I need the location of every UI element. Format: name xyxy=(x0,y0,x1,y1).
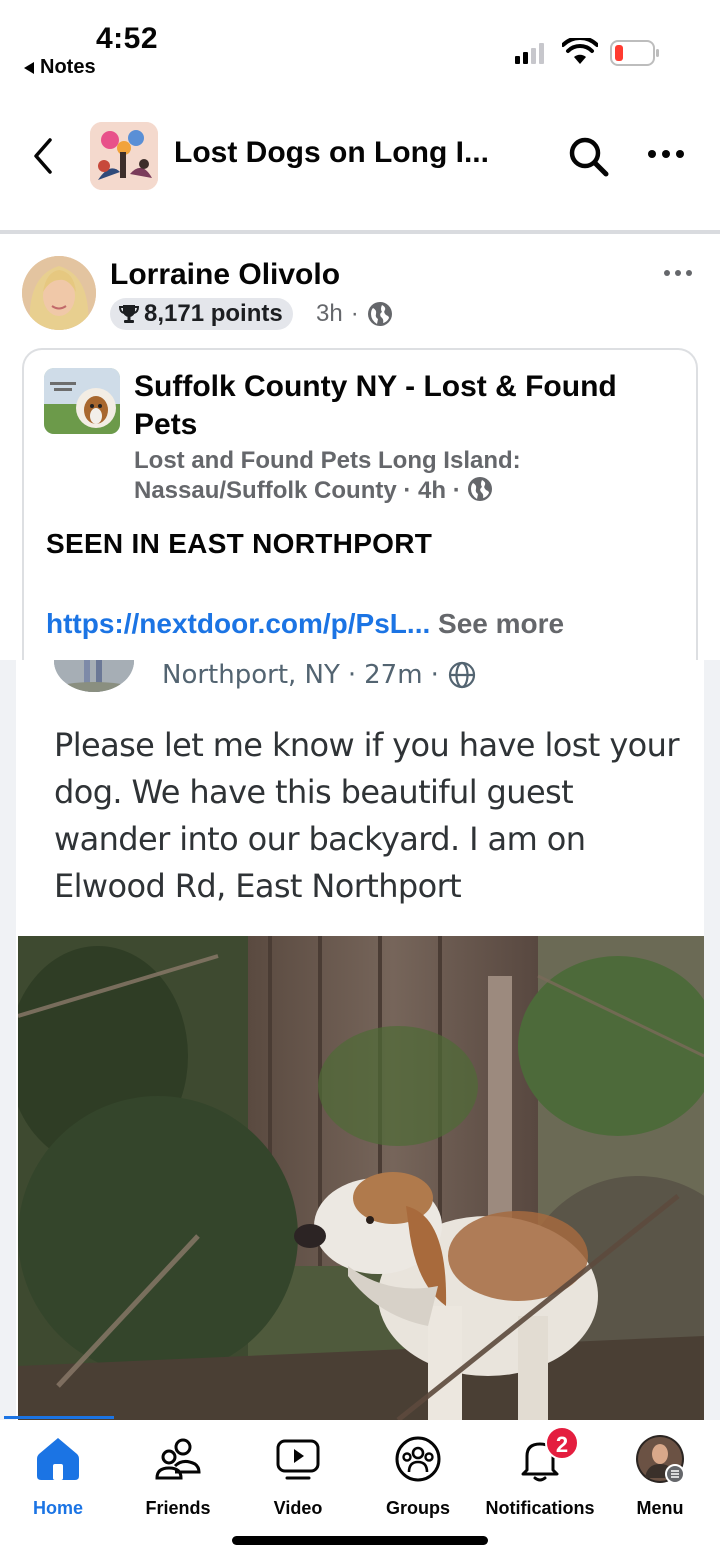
shared-separator-1: · xyxy=(403,477,412,504)
nav-video-label: Video xyxy=(273,1498,323,1518)
embedded-screenshot[interactable]: Northport, NY · 27m · Please let me know… xyxy=(16,660,704,1420)
back-app-label: Notes xyxy=(40,56,96,78)
nav-menu[interactable]: Menu xyxy=(600,1434,720,1519)
nextdoor-separator-1: · xyxy=(347,660,357,690)
screenshot-margin-left xyxy=(0,660,16,1420)
globe-outline-icon xyxy=(448,661,475,689)
profile-avatar xyxy=(636,1435,685,1484)
nav-notifications-label: Notifications xyxy=(485,1498,595,1518)
notification-count-badge: 2 xyxy=(545,1426,579,1460)
nav-friends-label: Friends xyxy=(145,1498,211,1518)
shared-source-line: Lost and Found Pets Long Island: Nassau/… xyxy=(134,446,674,506)
nextdoor-separator-2: · xyxy=(430,660,439,690)
wifi-icon xyxy=(562,38,598,64)
globe-icon xyxy=(367,302,392,326)
home-icon xyxy=(37,1438,79,1480)
shared-separator-2: · xyxy=(452,477,461,504)
chevron-left-icon[interactable] xyxy=(28,136,60,176)
trophy-icon xyxy=(118,305,140,323)
status-time: 4:52 xyxy=(96,22,159,55)
nav-groups-label: Groups xyxy=(385,1498,450,1518)
shared-page-avatar[interactable] xyxy=(44,368,120,434)
back-to-app-link[interactable]: Notes xyxy=(24,56,96,79)
nav-notifications[interactable]: 2 Notifications xyxy=(480,1426,600,1519)
shared-page-name[interactable]: Suffolk County NY - Lost & Found Pets xyxy=(134,368,654,444)
status-bar: 4:52 Notes xyxy=(0,0,720,96)
author-name[interactable]: Lorraine Olivolo xyxy=(110,258,340,292)
nextdoor-location: Northport, NY xyxy=(162,660,340,690)
friends-icon xyxy=(155,1438,201,1480)
group-title[interactable]: Lost Dogs on Long I... xyxy=(174,136,489,170)
nextdoor-time: 27m xyxy=(364,660,423,690)
video-icon xyxy=(276,1439,320,1480)
shared-link[interactable]: https://nextdoor.com/p/PsL... xyxy=(46,608,430,639)
post-meta: 3h · xyxy=(316,300,393,328)
author-avatar[interactable] xyxy=(22,256,96,330)
nextdoor-meta: Northport, NY · 27m · xyxy=(162,660,477,690)
battery-low-icon xyxy=(610,40,659,66)
post-more-icon[interactable] xyxy=(664,270,692,276)
shared-post-card[interactable]: Suffolk County NY - Lost & Found Pets Lo… xyxy=(22,348,698,678)
home-indicator xyxy=(232,1536,488,1545)
shared-post-text: SEEN IN EAST NORTHPORT xyxy=(46,528,433,559)
see-more-button[interactable]: See more xyxy=(438,608,564,639)
group-avatar[interactable] xyxy=(90,122,158,190)
post-time[interactable]: 3h xyxy=(316,300,343,328)
nav-home[interactable]: Home xyxy=(0,1434,118,1519)
screenshot-margin-right xyxy=(704,660,720,1420)
dog-photo[interactable] xyxy=(18,936,704,1420)
nextdoor-post-text: Please let me know if you have lost your… xyxy=(54,726,679,905)
more-options-icon[interactable] xyxy=(648,150,684,158)
media-progress-indicator xyxy=(4,1416,114,1419)
shared-link-line: https://nextdoor.com/p/PsL... See more xyxy=(46,608,564,640)
points-badge[interactable]: 8,171 points xyxy=(110,298,293,330)
nav-menu-label: Menu xyxy=(636,1498,684,1518)
header-divider xyxy=(0,230,720,234)
nav-home-label: Home xyxy=(32,1498,83,1518)
globe-icon xyxy=(468,477,493,501)
cellular-signal-icon xyxy=(515,42,544,64)
nav-video[interactable]: Video xyxy=(238,1434,358,1519)
nextdoor-author-avatar xyxy=(54,660,134,692)
search-icon[interactable] xyxy=(566,134,610,178)
nav-groups[interactable]: Groups xyxy=(358,1434,478,1519)
nav-friends[interactable]: Friends xyxy=(118,1434,238,1519)
points-label: 8,171 points xyxy=(144,300,283,327)
groups-icon xyxy=(395,1436,441,1482)
back-triangle-icon xyxy=(24,61,34,74)
shared-time[interactable]: 4h xyxy=(418,477,446,504)
shared-source[interactable]: Lost and Found Pets Long Island: Nassau/… xyxy=(134,447,521,504)
meta-separator: · xyxy=(350,300,359,327)
group-header: Lost Dogs on Long I... xyxy=(0,96,720,230)
